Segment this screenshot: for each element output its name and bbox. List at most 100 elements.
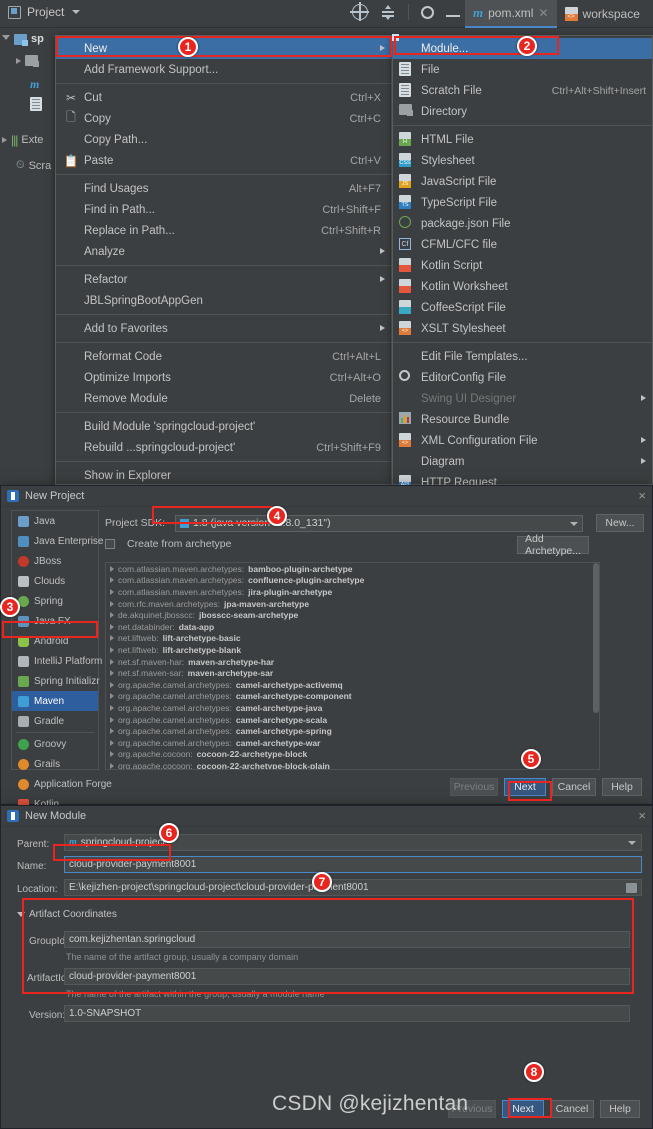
menu-item-remove-module[interactable]: Remove Module Delete xyxy=(56,388,391,409)
menu-item-reformat-code[interactable]: Reformat Code Ctrl+Alt+L xyxy=(56,346,391,367)
new-sdk-button[interactable]: New... xyxy=(596,514,644,532)
artifact-coordinates-section[interactable]: Artifact Coordinates xyxy=(17,909,117,920)
submenu-item-swing-ui-designer[interactable]: Swing UI Designer xyxy=(393,388,652,409)
menu-item-new[interactable]: New xyxy=(56,38,391,59)
close-icon[interactable]: × xyxy=(638,489,646,502)
project-type-java-enterprise[interactable]: Java Enterprise xyxy=(12,531,103,551)
submenu-item-file[interactable]: File xyxy=(393,59,652,80)
version-input[interactable]: 1.0-SNAPSHOT xyxy=(64,1005,630,1022)
chevron-right-icon[interactable] xyxy=(110,635,114,642)
chevron-right-icon[interactable] xyxy=(110,670,114,677)
chevron-down-icon[interactable] xyxy=(17,912,25,917)
tree-node-springcloud-project[interactable]: sp xyxy=(2,33,44,46)
archetype-row[interactable]: com.atlassian.maven.archetypes: confluenc… xyxy=(106,575,599,587)
menu-item-copy[interactable]: 🗋 Copy Ctrl+C xyxy=(56,108,391,129)
collapse-all-icon[interactable] xyxy=(380,4,396,20)
menu-item-optimize-imports[interactable]: Optimize Imports Ctrl+Alt+O xyxy=(56,367,391,388)
menu-item-jblspringbootappgen[interactable]: JBLSpringBootAppGen xyxy=(56,290,391,311)
groupid-input[interactable]: com.kejizhentan.springcloud xyxy=(64,931,630,948)
chevron-right-icon[interactable] xyxy=(110,693,114,700)
project-type-android[interactable]: Android xyxy=(12,631,98,651)
menu-item-add-framework-support[interactable]: Add Framework Support... xyxy=(56,59,391,80)
chevron-down-icon[interactable] xyxy=(72,10,81,14)
project-tool-window-header[interactable]: Project xyxy=(8,5,81,19)
archetype-list[interactable]: com.atlassian.maven.archetypes: bamboo-pl… xyxy=(105,562,600,770)
chevron-right-icon[interactable] xyxy=(2,137,7,143)
archetype-row[interactable]: net.liftweb: lift-archetype-basic xyxy=(106,633,599,645)
submenu-item-javascript-file[interactable]: JS JavaScript File xyxy=(393,171,652,192)
submenu-item-editorconfig-file[interactable]: EditorConfig File xyxy=(393,367,652,388)
chevron-right-icon[interactable] xyxy=(110,751,114,758)
chevron-right-icon[interactable] xyxy=(110,704,114,711)
artifactid-input[interactable]: cloud-provider-payment8001 xyxy=(64,968,630,985)
close-icon[interactable]: × xyxy=(638,809,646,822)
add-archetype-button[interactable]: Add Archetype... xyxy=(517,533,589,557)
archetype-row[interactable]: com.atlassian.maven.archetypes: jira-plug… xyxy=(106,586,599,598)
menu-item-add-to-favorites[interactable]: Add to Favorites xyxy=(56,318,391,339)
archetype-list-scrollbar[interactable] xyxy=(593,563,599,769)
archetype-row[interactable]: org.apache.camel.archetypes: camel-archet… xyxy=(106,737,599,749)
project-type-intellij-platform-plugin[interactable]: IntelliJ Platform Plugin xyxy=(12,651,133,671)
project-type-spring[interactable]: Spring xyxy=(12,591,98,611)
archetype-row[interactable]: com.atlassian.maven.archetypes: bamboo-pl… xyxy=(106,563,599,575)
project-type-javafx[interactable]: Java FX xyxy=(12,611,98,631)
project-type-clouds[interactable]: Clouds xyxy=(12,571,98,591)
chevron-right-icon[interactable] xyxy=(16,57,21,64)
project-type-java[interactable]: Java xyxy=(12,511,98,531)
menu-item-copy-path[interactable]: Copy Path... xyxy=(56,129,391,150)
chevron-right-icon[interactable] xyxy=(110,658,114,665)
chevron-right-icon[interactable] xyxy=(110,716,114,723)
archetype-row[interactable]: net.databinder: data-app xyxy=(106,621,599,633)
submenu-item-typescript-file[interactable]: TS TypeScript File xyxy=(393,192,652,213)
help-button[interactable]: Help xyxy=(600,1100,640,1118)
menu-item-find-usages[interactable]: Find Usages Alt+F7 xyxy=(56,178,391,199)
tree-node-scratches[interactable]: ⏲ Scra xyxy=(16,159,51,172)
chevron-right-icon[interactable] xyxy=(110,762,114,769)
submenu-item-packagejson-file[interactable]: package.json File xyxy=(393,213,652,234)
cancel-button[interactable]: Cancel xyxy=(552,778,596,796)
submenu-item-coffeescript-file[interactable]: CoffeeScript File xyxy=(393,297,652,318)
archetype-row[interactable]: org.apache.camel.archetypes: camel-archet… xyxy=(106,679,599,691)
archetype-row[interactable]: org.apache.camel.archetypes: camel-archet… xyxy=(106,702,599,714)
tree-node-pom[interactable]: m xyxy=(30,77,39,92)
sdk-combobox[interactable]: 1.8 (java version "1.8.0_131") xyxy=(175,514,583,532)
locate-target-icon[interactable] xyxy=(350,2,369,21)
project-type-groovy[interactable]: Groovy xyxy=(12,734,98,754)
archetype-row[interactable]: com.rfc.maven.archetypes: jpa-maven-arche… xyxy=(106,598,599,610)
project-type-gradle[interactable]: Gradle xyxy=(12,711,98,731)
chevron-down-icon[interactable] xyxy=(2,35,10,43)
project-type-list[interactable]: Java Java Enterprise JBoss Clouds Spring… xyxy=(11,510,133,896)
submenu-item-edit-file-templates[interactable]: Edit File Templates... xyxy=(393,346,652,367)
parent-combobox[interactable]: m springcloud-project xyxy=(64,834,642,851)
archetype-row[interactable]: de.akquinet.jbosscc: jbosscc-seam-archety… xyxy=(106,609,599,621)
project-type-application-forge[interactable]: Application Forge xyxy=(12,774,112,794)
next-button[interactable]: Next xyxy=(504,778,546,796)
menu-item-analyze[interactable]: Analyze xyxy=(56,241,391,262)
archetype-row[interactable]: net.liftweb: lift-archetype-blank xyxy=(106,644,599,656)
menu-item-rebuild-module[interactable]: Rebuild ...springcloud-project' Ctrl+Shi… xyxy=(56,437,391,458)
archetype-row[interactable]: net.sf.maven-sar: maven-archetype-sar xyxy=(106,667,599,679)
location-input[interactable]: E:\kejizhen-project\springcloud-project\… xyxy=(64,879,642,896)
tree-node-external-libraries[interactable]: ||| Exte xyxy=(2,133,43,147)
scrollbar-thumb[interactable] xyxy=(593,563,599,713)
submenu-item-directory[interactable]: Directory xyxy=(393,101,652,122)
archetype-row[interactable]: org.apache.camel.archetypes: camel-archet… xyxy=(106,691,599,703)
close-icon[interactable]: ✕ xyxy=(538,6,548,20)
submenu-item-html-file[interactable]: H HTML File xyxy=(393,129,652,150)
chevron-down-icon[interactable] xyxy=(570,521,578,526)
name-input[interactable]: cloud-provider-payment8001 xyxy=(64,856,642,873)
chevron-right-icon[interactable] xyxy=(110,612,114,619)
project-type-jboss[interactable]: JBoss xyxy=(12,551,98,571)
chevron-right-icon[interactable] xyxy=(110,577,114,584)
submenu-item-xml-configuration-file[interactable]: <> XML Configuration File xyxy=(393,430,652,451)
next-button[interactable]: Next xyxy=(502,1100,544,1118)
editor-tab-pom[interactable]: m pom.xml ✕ xyxy=(465,0,557,28)
project-type-grails[interactable]: Grails xyxy=(12,754,98,774)
chevron-right-icon[interactable] xyxy=(110,623,114,630)
submenu-item-resource-bundle[interactable]: Resource Bundle xyxy=(393,409,652,430)
submenu-item-xslt-stylesheet[interactable]: <> XSLT Stylesheet xyxy=(393,318,652,339)
create-from-archetype-row[interactable]: Create from archetype xyxy=(105,538,231,550)
cancel-button[interactable]: Cancel xyxy=(550,1100,594,1118)
create-from-archetype-checkbox[interactable] xyxy=(105,539,115,549)
archetype-row[interactable]: org.apache.camel.archetypes: camel-archet… xyxy=(106,714,599,726)
